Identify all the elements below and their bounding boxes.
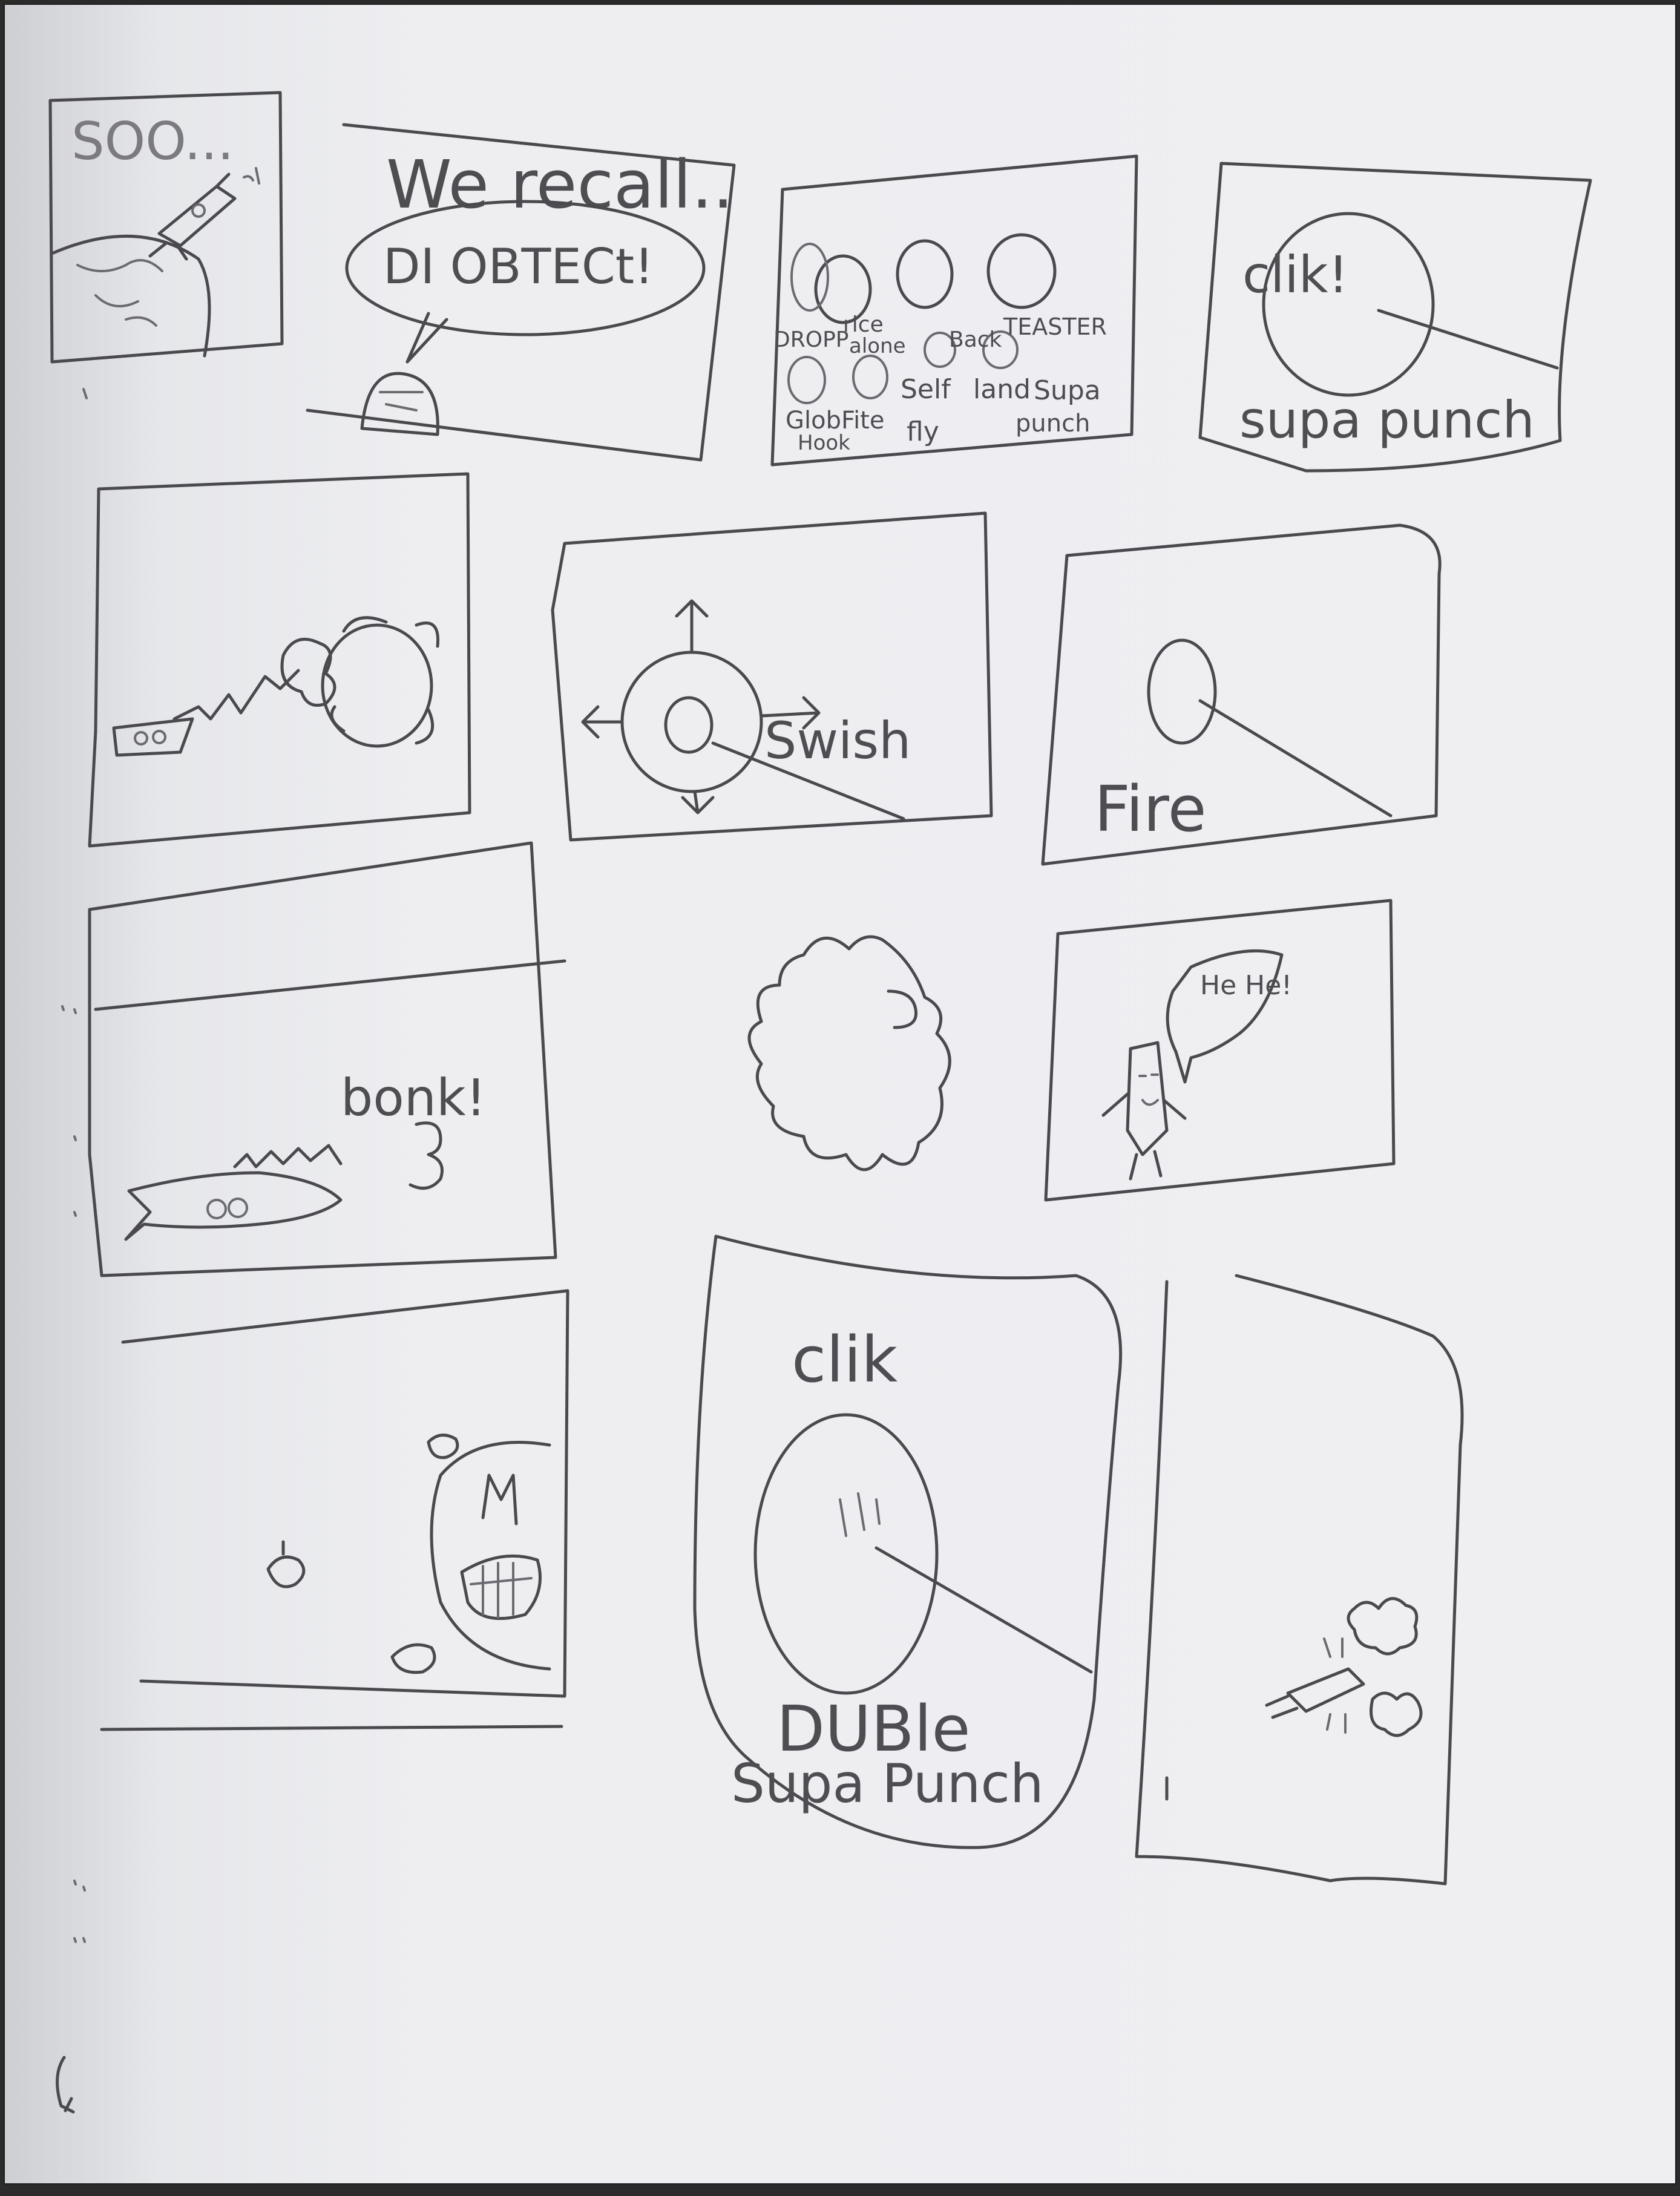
panel-4-caption: supa punch	[1239, 390, 1535, 450]
panel-1: SOO...	[48, 91, 284, 364]
character-face	[1138, 1073, 1159, 1106]
panel-13	[1135, 1274, 1464, 1886]
explosion-icon	[1347, 1597, 1419, 1656]
panel-11	[100, 1289, 569, 1731]
rocket-icon	[1265, 1667, 1365, 1719]
panel-12: clik DUBle Supa Punch	[693, 1234, 1123, 1849]
explosion-icon	[1370, 1691, 1423, 1737]
monster-mouth	[460, 1554, 542, 1621]
projectile-trail	[172, 669, 300, 721]
projectile-trail	[233, 1144, 343, 1168]
panel-3-row3-3: punch	[1016, 410, 1090, 438]
panel-12-sound: clik	[792, 1323, 897, 1397]
comic-sketch: SOO... We recall.. DI OBTECt! DROPP rice…	[48, 91, 1592, 2114]
power-circle-4	[790, 243, 829, 312]
staple-mark	[56, 2056, 75, 2114]
rocket-icon	[148, 172, 237, 261]
arrow-down-icon	[681, 790, 715, 814]
arrow-left-icon	[581, 705, 624, 739]
rocket-window-2	[228, 1198, 248, 1218]
panel-5	[88, 472, 471, 848]
panel-10: He He!	[1044, 899, 1396, 1202]
panel-2: We recall.. DI OBTECt!	[306, 123, 736, 462]
character-limbs	[1101, 1092, 1187, 1181]
power-circle-6	[852, 355, 888, 399]
debris-icon	[427, 1434, 459, 1460]
rocket-window-1	[206, 1199, 227, 1219]
power-circle-3	[986, 233, 1057, 309]
panel-1-text: SOO...	[71, 111, 234, 172]
panel-3-row3-2: fly	[907, 416, 939, 447]
panel-3-row2-1: Self	[901, 374, 951, 405]
panel-4-sound: clik!	[1242, 245, 1348, 304]
explosion-splat-outline	[747, 935, 951, 1172]
panel-3-row4-1: Hook	[798, 431, 850, 455]
panel-10-speech: He He!	[1200, 970, 1292, 1001]
panel-3-row2-2: land	[973, 374, 1031, 405]
explosion-splat	[747, 935, 951, 1172]
panel-3-label-3: alone	[849, 334, 906, 358]
motion-lines	[243, 167, 260, 185]
panel-3-label-1: DROPP	[773, 327, 849, 352]
panel-5-border	[88, 472, 471, 848]
panel-3: DROPP rice alone Back TEASTER Self land …	[770, 154, 1138, 467]
panel-3-row2-3: Supa	[1034, 375, 1101, 406]
explosion-icon	[280, 637, 336, 707]
paper-sheet: SOO... We recall.. DI OBTECt! DROPP rice…	[5, 5, 1675, 2183]
panel-2-top-text: We recall..	[386, 146, 733, 223]
panel-3-label-4: Back	[949, 327, 1002, 352]
power-circle-5	[787, 356, 826, 404]
fire-button	[1147, 638, 1217, 745]
panel-11-border	[100, 1289, 569, 1731]
pencil-specks	[61, 388, 88, 1943]
panel-13-border	[1135, 1274, 1464, 1886]
monster-eyes	[481, 1473, 518, 1526]
planet-continents	[76, 259, 163, 327]
blast-lines	[1323, 1637, 1347, 1734]
panel-6-sound: Swish	[764, 711, 911, 770]
button-circle	[1262, 212, 1435, 397]
arrow-up-icon	[675, 599, 709, 654]
planet-outline	[51, 234, 211, 358]
panel-6: Swish	[551, 511, 993, 842]
character-icon	[1126, 1041, 1169, 1156]
small-ship-icon	[266, 1540, 306, 1588]
panel-6-border	[551, 511, 993, 842]
rocket-window	[134, 731, 148, 746]
panel-7-sound: Fire	[1094, 772, 1207, 846]
splat-curl	[887, 989, 918, 1029]
dpad-center	[664, 696, 714, 754]
debris-icon	[390, 1643, 436, 1674]
panel-10-border	[1044, 899, 1396, 1202]
impact-icon	[409, 1121, 444, 1190]
panel-8-sound: bonk!	[341, 1068, 486, 1127]
panel-3-label-5: TEASTER	[1003, 313, 1107, 340]
finger-line	[1198, 699, 1393, 818]
button-oval	[753, 1413, 939, 1695]
panel-8-horizon	[94, 959, 566, 1011]
robot-detail	[379, 391, 424, 411]
panel-4: clik! supa punch	[1198, 162, 1592, 473]
dpad-circle	[620, 651, 763, 793]
rocket-window-icon	[191, 203, 206, 218]
panel-2-bubble-text: DI OBTECt!	[383, 238, 654, 295]
finger-line	[1377, 309, 1559, 370]
rocket-window-2	[152, 730, 166, 744]
monster-teeth	[470, 1562, 533, 1619]
power-circle-2	[896, 239, 954, 309]
rocket-icon	[124, 1171, 343, 1241]
panel-3-label-2: rice	[843, 312, 884, 337]
margin-marks	[56, 388, 88, 2114]
panel-7: Fire	[1041, 523, 1442, 866]
panel-12-caption-2: Supa Punch	[731, 1752, 1044, 1815]
shine-marks	[839, 1492, 881, 1537]
panel-8: bonk!	[88, 841, 566, 1277]
